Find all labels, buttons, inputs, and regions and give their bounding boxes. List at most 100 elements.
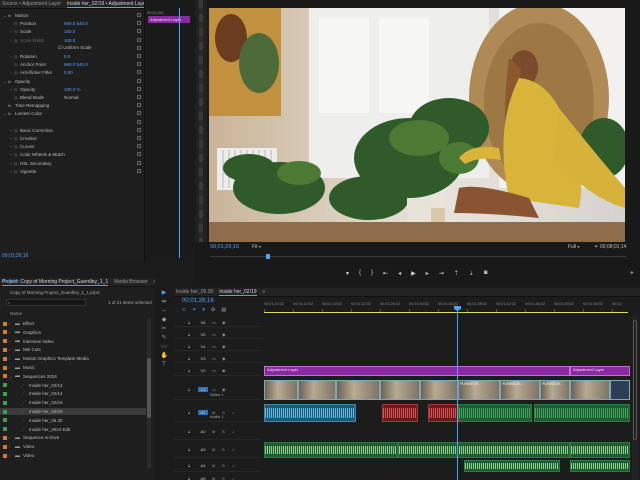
effect-property-value[interactable]: ☑ Uniform Scale bbox=[58, 45, 92, 51]
label-color-swatch[interactable] bbox=[3, 435, 7, 440]
list-item[interactable]: ⋰ Inside her_02/14 bbox=[0, 390, 146, 397]
track-header-a1[interactable]: 🔒︎ A1 M S ♪ bbox=[174, 404, 262, 422]
list-item[interactable]: › ▬ Music bbox=[0, 364, 146, 371]
list-item[interactable]: › ▬ Video bbox=[0, 452, 146, 459]
video-clip[interactable]: PUWBEDE... bbox=[458, 380, 500, 400]
reset-icon[interactable] bbox=[137, 152, 141, 157]
audio-clip[interactable] bbox=[570, 460, 630, 472]
program-scrubber[interactable] bbox=[210, 254, 626, 261]
razor-prep-icon[interactable]: ◆ bbox=[161, 317, 168, 324]
reset-icon[interactable] bbox=[137, 95, 141, 99]
lock-icon[interactable]: 🔒︎ bbox=[188, 447, 194, 452]
timeline-scrollbar[interactable] bbox=[632, 314, 638, 480]
label-color-swatch[interactable] bbox=[3, 365, 7, 370]
rectangle-tool-icon[interactable]: ▭ bbox=[161, 344, 168, 351]
list-item[interactable]: ⋰ Inside her_02/12 bbox=[0, 382, 146, 389]
lock-icon[interactable]: 🔒︎ bbox=[188, 429, 194, 434]
audio-clip[interactable] bbox=[534, 404, 630, 422]
captions-icon[interactable]: ▤ bbox=[221, 307, 226, 313]
pen-tool-icon[interactable]: ✎ bbox=[161, 335, 168, 342]
eye-icon[interactable]: ◉ bbox=[222, 344, 228, 349]
adjustment-layer-clip[interactable]: Adjustment Layer bbox=[264, 366, 570, 376]
tl-tab-1[interactable]: Inside her_02/19 bbox=[219, 289, 257, 296]
effect-property-row[interactable]: › ◷ Curves bbox=[0, 143, 144, 150]
fx-icon[interactable]: fx bbox=[8, 13, 15, 18]
effect-property-row[interactable]: ◷ Position 960.0 540.0 bbox=[0, 20, 144, 27]
effect-property-row[interactable]: ◷ Blend Mode Normal bbox=[0, 94, 144, 101]
program-quality-select[interactable]: Full ▾ bbox=[568, 244, 579, 250]
audio-clip[interactable] bbox=[382, 404, 418, 422]
label-color-swatch[interactable] bbox=[3, 356, 7, 361]
list-item[interactable]: ⋰ Inside her_02/19 bbox=[0, 408, 146, 415]
mark-in-icon[interactable]: ▾ bbox=[346, 270, 349, 277]
label-color-swatch[interactable] bbox=[3, 418, 7, 423]
video-clip[interactable] bbox=[380, 380, 420, 400]
adjustment-layer-clip[interactable]: Adjustment Layer bbox=[570, 366, 630, 376]
panel-menu-icon[interactable]: ≡ bbox=[154, 279, 155, 285]
list-item[interactable]: ⋰ Inside her_05.30 bbox=[0, 417, 146, 424]
reset-icon[interactable] bbox=[137, 111, 141, 116]
video-clip[interactable]: PUWBEDE... bbox=[540, 380, 570, 400]
play-icon[interactable]: ▶ bbox=[411, 270, 416, 277]
reset-icon[interactable] bbox=[137, 160, 141, 165]
label-color-swatch[interactable] bbox=[3, 321, 7, 326]
video-clip[interactable] bbox=[420, 380, 458, 400]
effect-property-row[interactable]: › ◷ Color Wheels & Match bbox=[0, 151, 144, 158]
lock-icon[interactable]: 🔒︎ bbox=[188, 387, 194, 392]
effect-property-row[interactable]: ☑ Uniform Scale bbox=[0, 45, 144, 52]
effect-property-row[interactable]: › ◷ Vignette bbox=[0, 168, 144, 175]
effect-property-row[interactable]: › ◷ Scale 100.0 bbox=[0, 28, 144, 35]
audio-clip[interactable] bbox=[264, 404, 356, 422]
microphone-icon[interactable]: ♪ bbox=[232, 476, 234, 480]
reset-icon[interactable] bbox=[137, 78, 141, 83]
lift-icon[interactable]: ⇡ bbox=[454, 270, 459, 277]
track-header-v6[interactable]: 🔒︎ V6 ▭ ◉ bbox=[174, 318, 262, 327]
lock-icon[interactable]: 🔒︎ bbox=[188, 368, 194, 373]
label-color-swatch[interactable] bbox=[3, 391, 7, 396]
reset-icon[interactable] bbox=[137, 168, 141, 173]
effect-property-value[interactable]: 100.0 bbox=[64, 38, 75, 43]
reset-icon[interactable] bbox=[137, 54, 141, 58]
program-video-frame[interactable] bbox=[209, 8, 625, 242]
track-header-a4[interactable]: 🔒︎ A4 M S ♪ bbox=[174, 460, 262, 472]
list-item[interactable]: › ▬ Motion Graphics Template Media bbox=[0, 355, 146, 362]
extract-icon[interactable]: ⇣ bbox=[469, 270, 474, 277]
label-color-swatch[interactable] bbox=[3, 330, 7, 335]
audio-clip[interactable] bbox=[428, 404, 458, 422]
track-header-a5[interactable]: 🔒︎ A5 M S ♪ bbox=[174, 474, 262, 480]
project-search-input[interactable]: ⌕ bbox=[6, 299, 86, 306]
effect-property-row[interactable]: › ◷ Rotation 0.0 bbox=[0, 53, 144, 60]
proj-tab-1[interactable]: Media Browser bbox=[114, 279, 147, 285]
effect-property-value[interactable]: 960.0 540.0 bbox=[64, 62, 88, 67]
label-color-swatch[interactable] bbox=[3, 400, 7, 405]
effect-property-row[interactable]: › ◷ Creative bbox=[0, 135, 144, 142]
lock-icon[interactable]: 🔒︎ bbox=[188, 332, 194, 337]
fx-icon[interactable]: fx bbox=[8, 111, 15, 116]
effect-property-row[interactable]: › ◷ Scale Width 100.0 bbox=[0, 37, 144, 44]
effect-property-row[interactable]: ⌄ fx Lumetri Color bbox=[0, 110, 144, 117]
razor-tool-icon[interactable]: ✂ bbox=[161, 326, 168, 333]
label-color-swatch[interactable] bbox=[3, 444, 7, 449]
label-color-swatch[interactable] bbox=[3, 383, 7, 388]
list-item[interactable]: ⌄ ▬ Sequences 2024 bbox=[0, 373, 146, 380]
lock-icon[interactable]: 🔒︎ bbox=[188, 410, 194, 415]
ec-tab-1[interactable]: Inside her_02/19 • Adjustment Layer bbox=[67, 1, 144, 8]
tl-tab-0[interactable]: Inside her_05.30 bbox=[176, 289, 213, 295]
panel-menu-icon[interactable]: ≡ bbox=[263, 289, 266, 295]
video-clip[interactable] bbox=[264, 380, 298, 400]
scrubber-playhead[interactable] bbox=[266, 254, 270, 259]
effect-property-value[interactable]: Normal bbox=[64, 95, 79, 100]
go-to-out-icon[interactable]: ⇥ bbox=[439, 270, 444, 277]
track-header-a2[interactable]: 🔒︎ A2 M S ♪ bbox=[174, 424, 262, 440]
label-color-swatch[interactable] bbox=[3, 409, 7, 414]
lock-icon[interactable]: 🔒︎ bbox=[188, 344, 194, 349]
audio-clip[interactable] bbox=[464, 460, 560, 472]
reset-icon[interactable] bbox=[137, 127, 141, 132]
track-header-a3[interactable]: 🔒︎ A3 M S ♪ bbox=[174, 442, 262, 458]
list-item[interactable]: › ▬ Interview Video bbox=[0, 338, 146, 345]
mute-icon[interactable]: M bbox=[212, 463, 218, 468]
work-area-bar[interactable] bbox=[264, 312, 628, 313]
effect-property-row[interactable]: ◷ Anchor Point 960.0 540.0 bbox=[0, 61, 144, 68]
track-header-v2[interactable]: 🔒︎ V2 ▭ ◉ bbox=[174, 366, 262, 376]
effect-property-row[interactable]: ⌄ fx Motion bbox=[0, 12, 144, 19]
